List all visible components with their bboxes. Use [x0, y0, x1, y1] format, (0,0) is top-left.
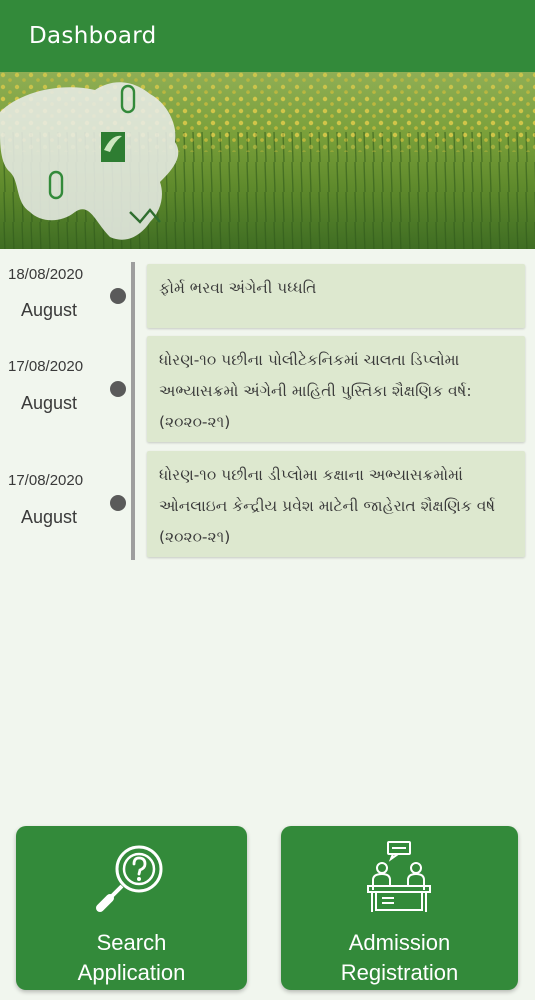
app-bar: Dashboard [0, 0, 535, 72]
notice-card[interactable]: ધોરણ-૧૦ પછીના પોલીટેકનિકમાં ચાલતા ડિપ્લો… [147, 336, 525, 442]
timeline-dot [110, 288, 126, 304]
admission-registration-button[interactable]: Admission Registration [281, 826, 518, 990]
admission-registration-label: Admission Registration [340, 930, 459, 985]
timeline-month: August [21, 300, 78, 320]
search-application-button[interactable]: Search Application [16, 826, 247, 990]
timeline-date: 17/08/2020 [8, 472, 84, 489]
timeline-dot [110, 381, 126, 397]
page-title: Dashboard [29, 23, 157, 49]
desk-meeting-icon [360, 838, 440, 918]
notice-card[interactable]: ફોર્મ ભરવા અંગેની પધ્ધતિ [147, 264, 525, 328]
search-question-icon [92, 838, 172, 918]
notice-card[interactable]: ધોરણ-૧૦ પછીના ડીપ્લોમા કક્ષાના અભ્યાસક્ર… [147, 451, 525, 557]
field-map-illustration [0, 72, 535, 249]
timeline-month: August [21, 507, 78, 527]
timeline-month: August [21, 393, 78, 413]
search-application-label: Search Application [77, 930, 186, 985]
timeline-date: 17/08/2020 [8, 358, 84, 375]
timeline-date: 18/08/2020 [8, 266, 84, 283]
timeline-line [131, 262, 135, 560]
timeline-dot [110, 495, 126, 511]
aau-logo [101, 132, 125, 162]
header-banner-image [0, 72, 535, 249]
